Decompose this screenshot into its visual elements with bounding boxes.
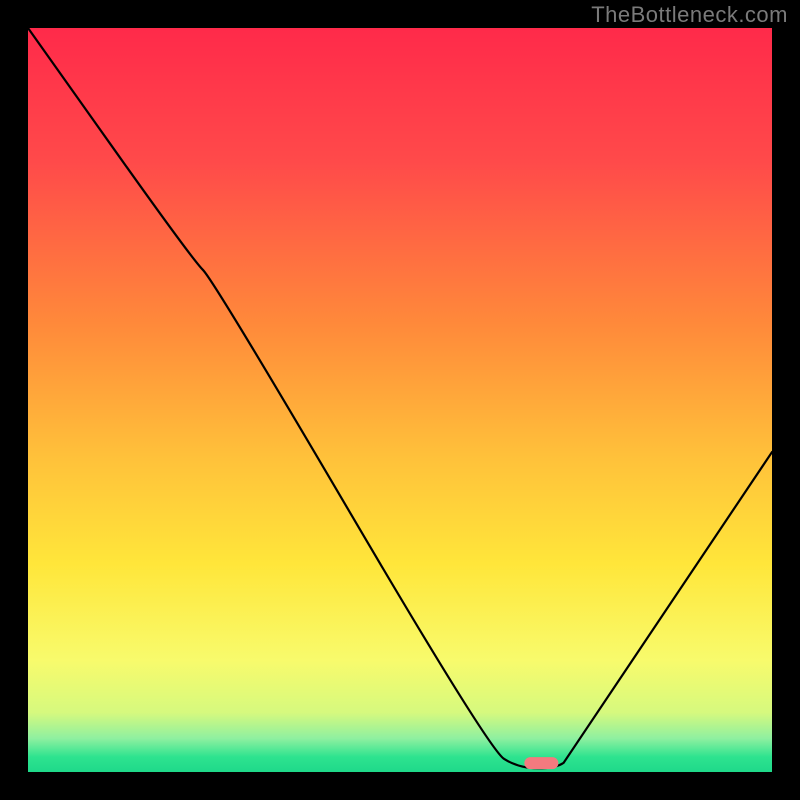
bottleneck-chart: [28, 28, 772, 772]
chart-plot-area: [28, 28, 772, 772]
watermark-text: TheBottleneck.com: [591, 2, 788, 28]
chart-background: [28, 28, 772, 772]
optimal-marker: [524, 757, 558, 769]
